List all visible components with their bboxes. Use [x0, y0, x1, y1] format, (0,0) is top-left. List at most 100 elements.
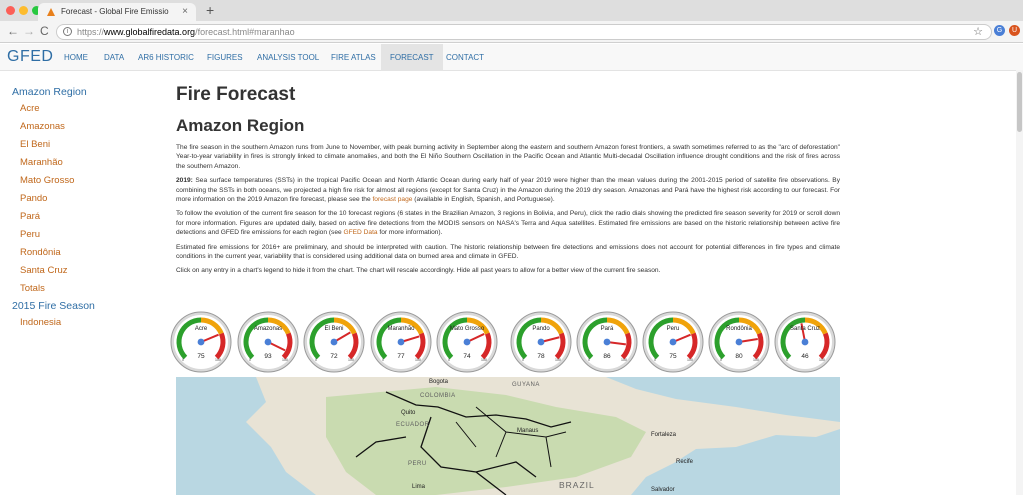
browser-toolbar: ← → C i https://www.globalfiredata.org/f…: [0, 21, 1023, 43]
nav-home[interactable]: HOME: [55, 44, 97, 71]
gauge-label: Acre: [194, 326, 208, 332]
forecast-2019-tail: (available in English, Spanish, and Port…: [412, 196, 555, 204]
nav-figures[interactable]: FIGURES: [198, 44, 252, 71]
gauge-graphic: 0 100: [576, 311, 638, 373]
gauge-dial[interactable]: 0 100 Pando 78: [510, 311, 572, 373]
sidebar-item-para[interactable]: Pará: [12, 208, 142, 226]
minimize-window-button[interactable]: [19, 6, 28, 15]
gauge-dial[interactable]: 0 100 Maranhão 77: [370, 311, 432, 373]
gauge-dial[interactable]: 0 100 Pará 86: [576, 311, 638, 373]
gauge-value: 86: [603, 353, 611, 360]
sidebar-item-acre[interactable]: Acre: [12, 100, 142, 118]
gauge-value: 75: [669, 353, 677, 360]
map-base: [176, 377, 840, 495]
follow-text: To follow the evolution of the current f…: [176, 210, 840, 237]
gauge-value: 75: [197, 353, 205, 360]
map-label-brazil: BRAZIL: [559, 480, 595, 490]
map-label-peru: PERU: [408, 461, 427, 467]
gauge-label: Peru: [666, 326, 680, 332]
gauge-graphic: 0 100: [370, 311, 432, 373]
extension-icon[interactable]: G: [994, 25, 1005, 36]
close-tab-icon[interactable]: ×: [182, 3, 188, 21]
gauge-graphic: 0 100: [642, 311, 704, 373]
gauge-dial[interactable]: 0 100 Acre 75: [170, 311, 232, 373]
sidebar-item-maranhao[interactable]: Maranhão: [12, 154, 142, 172]
gauge-dial[interactable]: 0 100 Peru 75: [642, 311, 704, 373]
section-title: Amazon Region: [176, 116, 305, 135]
gauge-graphic: 0 100: [237, 311, 299, 373]
forecast-page-link[interactable]: forecast page: [372, 196, 412, 203]
url-path: /forecast.html#maranhao: [195, 27, 295, 37]
sidebar-item-rondonia[interactable]: Rondônia: [12, 244, 142, 262]
sidebar-section-amazon[interactable]: Amazon Region: [12, 84, 142, 100]
gauge-graphic: 0 100: [774, 311, 836, 373]
gauge-label: El Beni: [324, 326, 344, 332]
gfed-data-link[interactable]: GFED Data: [344, 229, 378, 236]
gauge-value: 77: [397, 353, 405, 360]
map-label-manaus: Manaus: [517, 428, 539, 434]
reload-icon[interactable]: C: [40, 24, 49, 38]
gauge-dial[interactable]: 0 100 Amazonas 93: [237, 311, 299, 373]
sidebar-item-santa-cruz[interactable]: Santa Cruz: [12, 262, 142, 280]
gauge-graphic: 0 100: [510, 311, 572, 373]
nav-data[interactable]: DATA: [95, 44, 133, 71]
nav-contact[interactable]: CONTACT: [437, 44, 493, 71]
address-bar[interactable]: i https://www.globalfiredata.org/forecas…: [56, 24, 992, 40]
page-title: Fire Forecast: [176, 84, 296, 105]
gauge-dial[interactable]: 0 100 Rondônia 80: [708, 311, 770, 373]
sidebar-item-indonesia[interactable]: Indonesia: [12, 314, 142, 332]
sidebar-item-mato-grosso[interactable]: Mato Grosso: [12, 172, 142, 190]
gauge-value: 72: [330, 353, 338, 360]
sidebar-item-amazonas[interactable]: Amazonas: [12, 118, 142, 136]
gauge-row: 0 100 Acre 75 0 100 Amazonas 93 0 100 El Beni 72 0 10…: [170, 311, 840, 375]
sidebar-item-totals[interactable]: Totals: [12, 280, 142, 298]
map-label-colombia: COLOMBIA: [420, 393, 456, 399]
gauge-label: Rondônia: [726, 326, 752, 332]
site-navbar: GFED HOME DATA AR6 HISTORIC FIGURES ANAL…: [0, 44, 1023, 71]
bookmark-star-icon[interactable]: ☆: [973, 25, 983, 39]
scrollbar-thumb[interactable]: [1017, 72, 1022, 132]
gauge-value: 46: [801, 353, 809, 360]
close-window-button[interactable]: [6, 6, 15, 15]
page-scrollbar[interactable]: [1016, 70, 1023, 495]
extension-icon[interactable]: U: [1009, 25, 1020, 36]
tab-title: Forecast - Global Fire Emissio: [61, 7, 169, 16]
map-label-quito: Quito: [401, 410, 416, 416]
new-tab-icon[interactable]: +: [206, 2, 214, 18]
gauge-graphic: 0 100: [708, 311, 770, 373]
sidebar-item-peru[interactable]: Peru: [12, 226, 142, 244]
info-icon[interactable]: i: [63, 27, 72, 36]
browser-tab[interactable]: Forecast - Global Fire Emissio ×: [38, 3, 196, 21]
gauge-value: 78: [537, 353, 545, 360]
url-scheme: https://: [77, 27, 105, 37]
site-brand-logo[interactable]: GFED: [7, 48, 53, 66]
fire-region-map[interactable]: Bogota GUYANA COLOMBIA Quito ECUADOR Man…: [176, 377, 840, 495]
sidebar-section-2015[interactable]: 2015 Fire Season: [12, 298, 142, 314]
follow-paragraph: To follow the evolution of the current f…: [176, 209, 840, 237]
nav-fire-atlas[interactable]: FIRE ATLAS: [322, 44, 385, 71]
sidebar-item-pando[interactable]: Pando: [12, 190, 142, 208]
gauge-value: 80: [735, 353, 743, 360]
back-arrow-icon[interactable]: ←: [7, 24, 19, 38]
sidebar: Amazon Region Acre Amazonas El Beni Mara…: [12, 84, 142, 332]
nav-ar6-historic[interactable]: AR6 HISTORIC: [129, 44, 203, 71]
nav-forecast[interactable]: FORECAST: [381, 44, 443, 71]
gauge-dial[interactable]: 0 100 Santa Cruz 46: [774, 311, 836, 373]
forward-arrow-icon[interactable]: →: [23, 24, 35, 38]
sidebar-item-el-beni[interactable]: El Beni: [12, 136, 142, 154]
nav-analysis-tool[interactable]: ANALYSIS TOOL: [248, 44, 328, 71]
forecast-2019-paragraph: 2019: Sea surface temperatures (SSTs) in…: [176, 176, 840, 204]
map-label-fortaleza: Fortaleza: [651, 432, 677, 438]
gauge-dial[interactable]: 0 100 Mato Grosso 74: [436, 311, 498, 373]
map-label-recife: Recife: [676, 459, 694, 465]
legend-hint-paragraph: Click on any entry in a chart's legend t…: [176, 267, 661, 275]
gauge-dial[interactable]: 0 100 El Beni 72: [303, 311, 365, 373]
gauge-graphic: 0 100: [436, 311, 498, 373]
gauge-label: Mato Grosso: [449, 326, 485, 332]
gauge-graphic: 0 100: [303, 311, 365, 373]
main-content: Fire Forecast Amazon Region The fire sea…: [176, 82, 840, 276]
favicon-icon: [47, 8, 55, 16]
map-label-ecuador: ECUADOR: [396, 422, 430, 428]
year-label: 2019:: [176, 177, 193, 185]
map-label-bogota: Bogota: [429, 379, 449, 385]
